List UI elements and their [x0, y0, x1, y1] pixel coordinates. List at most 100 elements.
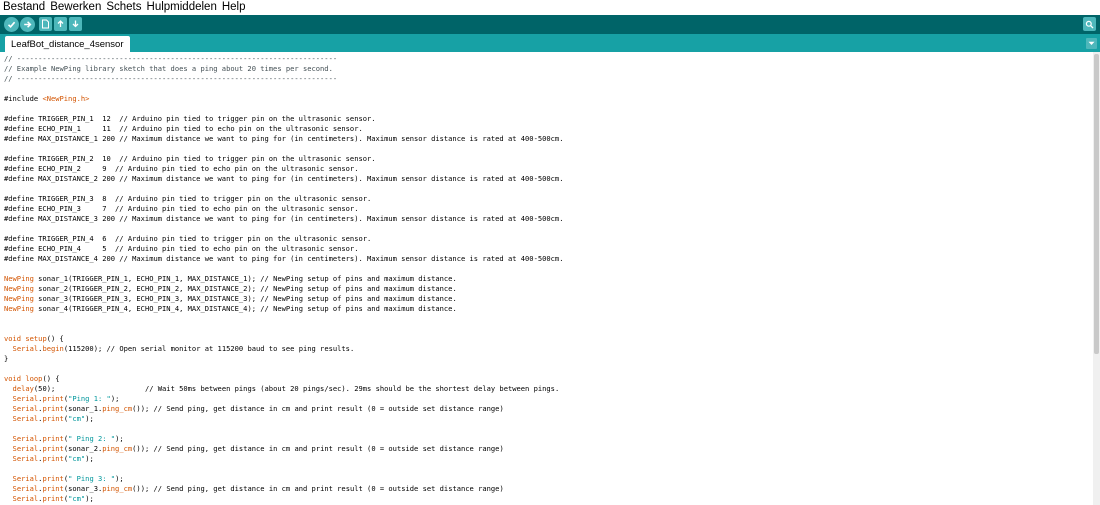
code-line[interactable]: } [4, 354, 563, 364]
code-line[interactable]: // -------------------------------------… [4, 74, 563, 84]
code-line[interactable]: #include <NewPing.h> [4, 94, 563, 104]
code-line[interactable]: #define TRIGGER_PIN_2 10 // Arduino pin … [4, 154, 563, 164]
code-token: Serial [12, 454, 39, 463]
code-token: NewPing [4, 274, 34, 283]
code-token: ); [115, 474, 124, 483]
code-line[interactable]: #define MAX_DISTANCE_3 200 // Maximum di… [4, 214, 563, 224]
new-button[interactable] [39, 17, 52, 31]
save-icon [72, 20, 79, 28]
menu-bewerken[interactable]: Bewerken [47, 0, 103, 15]
chevron-down-icon [1088, 41, 1095, 45]
code-line[interactable] [4, 424, 563, 434]
code-token: Serial [12, 494, 39, 503]
code-token: void [4, 334, 22, 343]
code-token: #include [4, 94, 43, 103]
code-line[interactable]: #define MAX_DISTANCE_1 200 // Maximum di… [4, 134, 563, 144]
code-token: Serial [12, 484, 39, 493]
code-token: () { [42, 374, 60, 383]
open-button[interactable] [54, 17, 67, 31]
code-line[interactable]: NewPing sonar_3(TRIGGER_PIN_3, ECHO_PIN_… [4, 294, 563, 304]
code-line[interactable]: void setup() { [4, 334, 563, 344]
code-line[interactable] [4, 84, 563, 94]
code-line[interactable]: #define MAX_DISTANCE_2 200 // Maximum di… [4, 174, 563, 184]
code-line[interactable]: Serial.print("cm"); [4, 494, 563, 504]
code-line[interactable]: Serial.print(sonar_3.ping_cm()); // Send… [4, 484, 563, 494]
code-token: #define TRIGGER_PIN_1 12 // Arduino pin … [4, 114, 376, 123]
code-line[interactable]: Serial.print(sonar_1.ping_cm()); // Send… [4, 404, 563, 414]
code-token: // Example NewPing library sketch that d… [4, 64, 333, 73]
verify-button[interactable] [4, 17, 19, 32]
code-token: ping_cm [102, 404, 133, 413]
code-line[interactable]: #define ECHO_PIN_4 5 // Arduino pin tied… [4, 244, 563, 254]
code-token: Serial [12, 414, 39, 423]
code-line[interactable]: delay(50); // Wait 50ms between pings (a… [4, 384, 563, 394]
code-line[interactable]: Serial.print(sonar_2.ping_cm()); // Send… [4, 444, 563, 454]
menu-bestand[interactable]: Bestand [0, 0, 47, 15]
code-line[interactable]: // -------------------------------------… [4, 54, 563, 64]
code-line[interactable]: #define ECHO_PIN_2 9 // Arduino pin tied… [4, 164, 563, 174]
menu-schets[interactable]: Schets [103, 0, 143, 15]
code-line[interactable]: #define ECHO_PIN_1 11 // Arduino pin tie… [4, 124, 563, 134]
code-token: print [42, 394, 64, 403]
code-token: #define MAX_DISTANCE_1 200 // Maximum di… [4, 134, 564, 143]
code-line[interactable] [4, 264, 563, 274]
code-token: (50); // Wait 50ms between pings (about … [33, 384, 560, 393]
code-token: NewPing [4, 294, 34, 303]
code-token: "cm" [68, 454, 86, 463]
code-token: loop [25, 374, 43, 383]
code-line[interactable]: #define ECHO_PIN_3 7 // Arduino pin tied… [4, 204, 563, 214]
code-token: (sonar_1. [63, 404, 103, 413]
code-token: print [42, 484, 64, 493]
code-line[interactable] [4, 224, 563, 234]
code-line[interactable]: #define TRIGGER_PIN_3 8 // Arduino pin t… [4, 194, 563, 204]
code-line[interactable]: Serial.print(" Ping 2: "); [4, 434, 563, 444]
code-token: begin [42, 344, 64, 353]
new-icon [42, 19, 49, 29]
serial-monitor-button[interactable] [1083, 17, 1096, 31]
code-text[interactable]: // -------------------------------------… [4, 54, 563, 504]
code-token: "Ping 1: " [68, 394, 111, 403]
code-line[interactable] [4, 464, 563, 474]
code-token: (sonar_2. [63, 444, 103, 453]
code-line[interactable]: Serial.print(" Ping 3: "); [4, 474, 563, 484]
code-line[interactable]: Serial.begin(115200); // Open serial mon… [4, 344, 563, 354]
code-line[interactable]: Serial.print("cm"); [4, 414, 563, 424]
code-token: void [4, 374, 22, 383]
code-line[interactable]: NewPing sonar_2(TRIGGER_PIN_2, ECHO_PIN_… [4, 284, 563, 294]
tab-bar: LeafBot_distance_4sensor [0, 34, 1100, 52]
menu-bar: Bestand Bewerken Schets Hulpmiddelen Hel… [0, 0, 1100, 15]
save-button[interactable] [69, 17, 82, 31]
code-line[interactable]: void loop() { [4, 374, 563, 384]
code-line[interactable]: NewPing sonar_4(TRIGGER_PIN_4, ECHO_PIN_… [4, 304, 563, 314]
code-line[interactable]: Serial.print("Ping 1: "); [4, 394, 563, 404]
upload-button[interactable] [20, 17, 35, 32]
code-line[interactable]: #define TRIGGER_PIN_4 6 // Arduino pin t… [4, 234, 563, 244]
code-token: "cm" [68, 494, 86, 503]
code-line[interactable]: // Example NewPing library sketch that d… [4, 64, 563, 74]
code-line[interactable]: NewPing sonar_1(TRIGGER_PIN_1, ECHO_PIN_… [4, 274, 563, 284]
code-line[interactable] [4, 314, 563, 324]
tab-menu-button[interactable] [1086, 38, 1097, 49]
menu-help[interactable]: Help [219, 0, 248, 15]
code-token: Serial [12, 434, 39, 443]
code-line[interactable]: #define MAX_DISTANCE_4 200 // Maximum di… [4, 254, 563, 264]
code-token: #define ECHO_PIN_4 5 // Arduino pin tied… [4, 244, 359, 253]
code-line[interactable] [4, 364, 563, 374]
code-line[interactable]: #define TRIGGER_PIN_1 12 // Arduino pin … [4, 114, 563, 124]
code-line[interactable] [4, 104, 563, 114]
code-editor[interactable]: // -------------------------------------… [0, 52, 1093, 505]
code-line[interactable] [4, 184, 563, 194]
menu-hulpmiddelen[interactable]: Hulpmiddelen [144, 0, 219, 15]
tab-leafbot-distance-4sensor[interactable]: LeafBot_distance_4sensor [5, 36, 130, 52]
code-token: " Ping 2: " [68, 434, 116, 443]
code-token: #define TRIGGER_PIN_4 6 // Arduino pin t… [4, 234, 372, 243]
code-line[interactable] [4, 144, 563, 154]
code-line[interactable] [4, 324, 563, 334]
scrollbar-thumb[interactable] [1094, 54, 1099, 354]
code-line[interactable]: Serial.print("cm"); [4, 454, 563, 464]
open-icon [57, 20, 64, 27]
